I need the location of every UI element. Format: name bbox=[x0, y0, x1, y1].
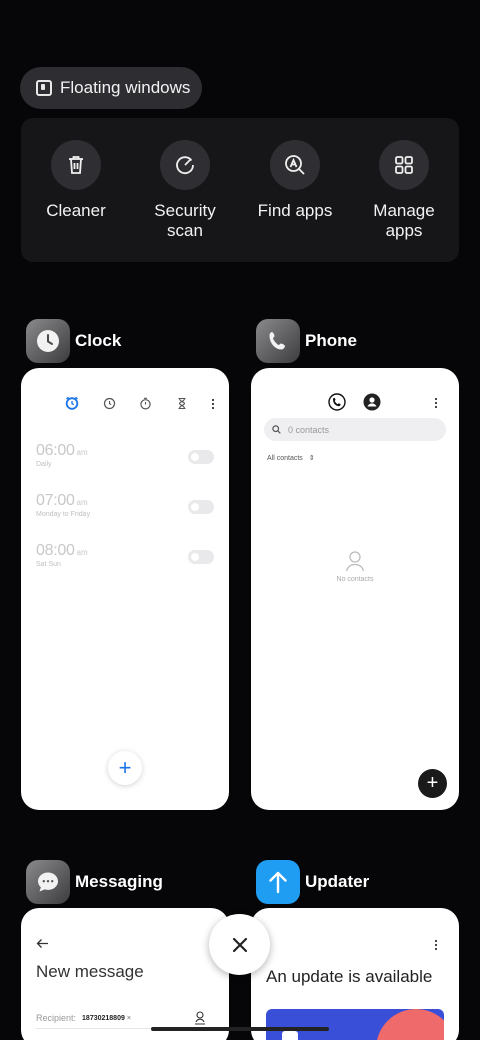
updater-app-icon bbox=[256, 860, 300, 904]
alarm-toggle[interactable] bbox=[188, 500, 214, 514]
manage-apps-button[interactable]: Manage apps bbox=[349, 140, 459, 241]
recipient-chip[interactable]: 18730218809 × bbox=[82, 1015, 131, 1022]
updater-app-card[interactable]: An update is available bbox=[251, 908, 459, 1040]
alarm-ampm: am bbox=[76, 548, 88, 557]
add-alarm-button[interactable]: + bbox=[108, 751, 142, 785]
messaging-app-name: Messaging bbox=[75, 872, 163, 891]
alarm-days: Monday to Friday bbox=[36, 511, 91, 518]
trash-icon bbox=[51, 140, 101, 190]
find-apps-icon bbox=[270, 140, 320, 190]
alarm-toggle[interactable] bbox=[188, 450, 214, 464]
search-placeholder: 0 contacts bbox=[288, 424, 330, 435]
find-apps-button[interactable]: Find apps bbox=[240, 140, 350, 221]
alarm-toggle[interactable] bbox=[188, 550, 214, 564]
world-clock-tab-icon[interactable] bbox=[103, 397, 116, 415]
find-apps-label: Find apps bbox=[257, 201, 333, 220]
alarm-item[interactable]: 06:00 am Daily bbox=[36, 442, 88, 468]
more-options-icon[interactable] bbox=[434, 938, 438, 956]
recipient-number: 18730218809 bbox=[82, 1014, 125, 1022]
manage-apps-label: Manage apps bbox=[373, 201, 435, 240]
security-scan-icon bbox=[160, 140, 210, 190]
calls-tab-icon[interactable] bbox=[328, 393, 346, 416]
messaging-app-icon bbox=[26, 860, 70, 904]
recipient-label: Recipient: bbox=[36, 1013, 77, 1023]
alarm-ampm: am bbox=[76, 448, 88, 457]
home-indicator[interactable] bbox=[151, 1027, 329, 1031]
alarm-days: Daily bbox=[36, 461, 52, 468]
floating-windows-button[interactable]: Floating windows bbox=[20, 67, 202, 109]
no-contacts-text: No contacts bbox=[336, 576, 374, 583]
phone-app-card[interactable]: 0 contacts All contacts ⇕ No contacts + bbox=[251, 368, 459, 810]
filter-label: All contacts bbox=[267, 455, 303, 462]
timer-tab-icon[interactable] bbox=[176, 397, 188, 415]
search-icon bbox=[272, 425, 281, 434]
contacts-tab-icon[interactable] bbox=[363, 393, 381, 416]
remove-chip-icon[interactable]: × bbox=[127, 1015, 131, 1022]
more-options-icon[interactable] bbox=[434, 396, 438, 414]
security-scan-label: Security scan bbox=[154, 201, 216, 240]
update-banner-image bbox=[266, 1009, 444, 1040]
clock-tabs bbox=[65, 396, 215, 415]
phone-app-name: Phone bbox=[305, 331, 357, 350]
back-arrow-icon[interactable] bbox=[36, 936, 49, 954]
close-all-button[interactable] bbox=[209, 914, 270, 975]
plus-icon: + bbox=[426, 772, 439, 794]
alarm-time: 07:00 bbox=[36, 492, 75, 509]
alarm-ampm: am bbox=[76, 498, 88, 507]
alarm-item[interactable]: 08:00 am Sat Sun bbox=[36, 542, 88, 568]
floating-windows-label: Floating windows bbox=[60, 78, 191, 97]
update-available-title: An update is available bbox=[266, 967, 433, 986]
alarm-item[interactable]: 07:00 am Monday to Friday bbox=[36, 492, 90, 518]
alarm-days: Sat Sun bbox=[36, 561, 61, 568]
messaging-app-card[interactable]: New message Recipient: 18730218809 × bbox=[21, 908, 229, 1040]
contacts-search-input[interactable]: 0 contacts bbox=[264, 418, 446, 441]
contacts-filter-dropdown[interactable]: All contacts ⇕ bbox=[267, 454, 315, 462]
phone-app-header[interactable]: Phone bbox=[256, 319, 357, 363]
cleaner-label: Cleaner bbox=[46, 201, 106, 220]
clock-app-name: Clock bbox=[75, 331, 122, 350]
updater-app-name: Updater bbox=[305, 872, 370, 891]
clock-app-icon bbox=[26, 319, 70, 363]
recipient-field[interactable]: Recipient: 18730218809 × bbox=[36, 1008, 216, 1029]
more-options-icon[interactable] bbox=[211, 397, 215, 415]
cleaner-button[interactable]: Cleaner bbox=[21, 140, 131, 221]
clock-app-card[interactable]: 06:00 am Daily 07:00 am Monday to Friday 0… bbox=[21, 368, 229, 810]
alarm-time: 06:00 bbox=[36, 442, 75, 459]
sort-arrows-icon: ⇕ bbox=[308, 455, 315, 462]
alarm-tab-icon[interactable] bbox=[65, 396, 79, 415]
floating-window-icon bbox=[36, 80, 52, 96]
close-icon bbox=[230, 935, 250, 955]
clock-app-header[interactable]: Clock bbox=[26, 319, 121, 363]
new-message-title: New message bbox=[36, 962, 144, 981]
messaging-app-header[interactable]: Messaging bbox=[26, 860, 163, 904]
updater-app-header[interactable]: Updater bbox=[256, 860, 369, 904]
plus-icon: + bbox=[118, 755, 132, 780]
phone-app-icon bbox=[256, 319, 300, 363]
quick-actions-panel: Cleaner Security scan Find apps Manage a… bbox=[21, 118, 459, 262]
security-scan-button[interactable]: Security scan bbox=[130, 140, 240, 241]
add-contact-button[interactable]: + bbox=[418, 769, 447, 798]
stopwatch-tab-icon[interactable] bbox=[139, 397, 152, 415]
alarm-time: 08:00 bbox=[36, 542, 75, 559]
empty-contact-icon bbox=[345, 550, 365, 577]
grid-icon bbox=[379, 140, 429, 190]
